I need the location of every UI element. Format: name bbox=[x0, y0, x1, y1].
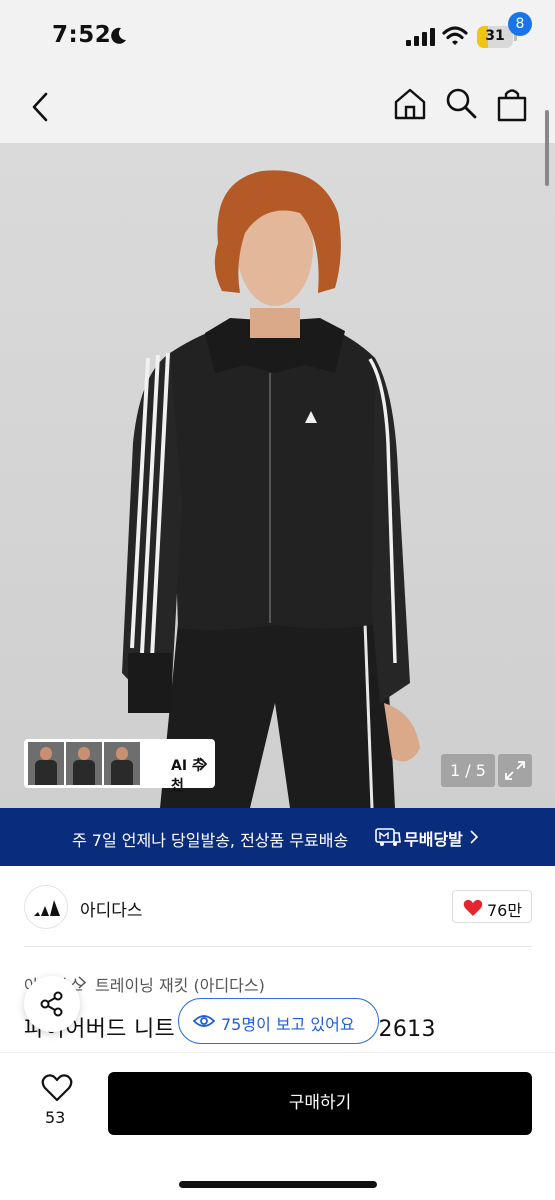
delivery-truck-icon bbox=[375, 828, 401, 846]
heart-icon bbox=[463, 899, 483, 916]
buy-button[interactable]: 구매하기 bbox=[108, 1072, 532, 1135]
wish-count: 53 bbox=[45, 1108, 66, 1127]
divider bbox=[0, 1052, 555, 1053]
ai-recommend-button[interactable]: AI 추천 bbox=[24, 739, 215, 794]
adidas-logo-icon bbox=[34, 900, 60, 916]
product-photo bbox=[122, 170, 420, 808]
signal-icon bbox=[406, 28, 435, 46]
viewers-text: 75명이 보고 있어요 bbox=[221, 1015, 355, 1034]
ai-thumb-1[interactable] bbox=[28, 742, 64, 785]
banner-text: 주 7일 언제나 당일발송, 전상품 무료배송 bbox=[72, 831, 349, 850]
ai-recommend-label: AI 추천 bbox=[171, 758, 205, 794]
chevron-right-icon bbox=[199, 757, 208, 771]
moon-icon bbox=[111, 27, 126, 44]
wifi-icon bbox=[442, 26, 468, 45]
back-icon[interactable] bbox=[26, 90, 56, 124]
free-shipping-banner[interactable]: 주 7일 언제나 당일발송, 전상품 무료배송 무배당발 bbox=[0, 808, 555, 866]
banner-brand: 무배당발 bbox=[404, 830, 463, 849]
chevron-right-icon bbox=[78, 976, 86, 989]
home-indicator[interactable] bbox=[179, 1181, 377, 1188]
breadcrumb-category[interactable]: 트레이닝 재킷 (아디다스) bbox=[95, 972, 265, 996]
brand-like-count: 76만 bbox=[487, 901, 523, 920]
share-button[interactable] bbox=[24, 976, 80, 1032]
share-icon bbox=[40, 991, 63, 1017]
battery-percent: 31 bbox=[485, 28, 505, 44]
cart-icon[interactable] bbox=[494, 86, 530, 124]
chevron-right-icon bbox=[470, 830, 478, 844]
eye-icon bbox=[193, 1015, 215, 1027]
divider bbox=[24, 946, 532, 947]
ai-thumb-3[interactable] bbox=[104, 742, 140, 785]
status-time: 7:52 bbox=[52, 22, 112, 48]
expand-icon bbox=[505, 761, 525, 780]
search-icon[interactable] bbox=[444, 86, 478, 120]
heart-outline-icon[interactable] bbox=[41, 1074, 73, 1102]
cart-count-badge: 8 bbox=[508, 12, 532, 36]
nav-bar bbox=[0, 72, 555, 143]
scroll-indicator[interactable] bbox=[545, 110, 549, 186]
product-image[interactable] bbox=[0, 143, 555, 808]
image-counter: 1 / 5 bbox=[441, 754, 495, 787]
home-icon[interactable] bbox=[392, 86, 428, 122]
brand-name[interactable]: 아디다스 bbox=[80, 896, 143, 921]
viewers-pill: 75명이 보고 있어요 bbox=[178, 998, 379, 1044]
brand-like-button[interactable]: 76만 bbox=[452, 890, 532, 923]
ai-thumb-2[interactable] bbox=[66, 742, 102, 785]
brand-logo[interactable] bbox=[24, 885, 68, 929]
status-bar: 7:52 31 bbox=[0, 0, 555, 72]
expand-button[interactable] bbox=[498, 754, 532, 787]
